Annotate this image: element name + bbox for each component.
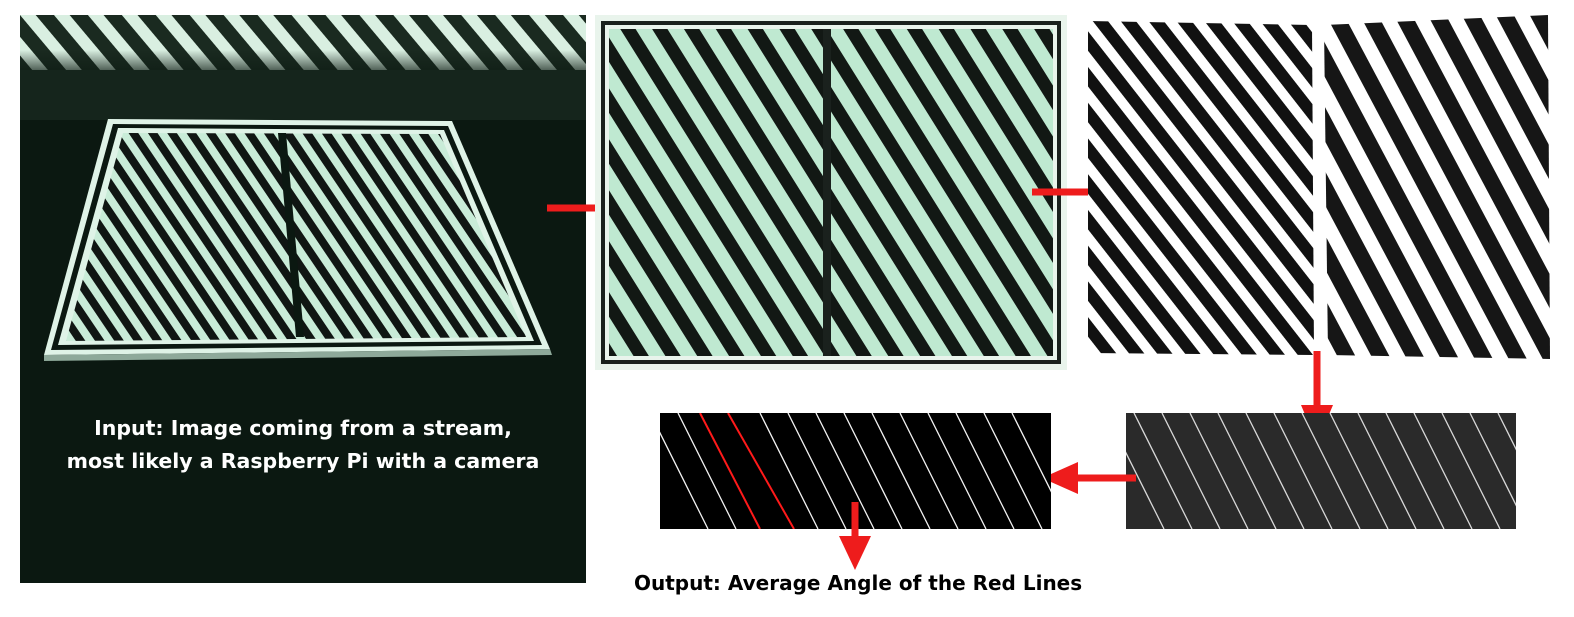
binary-threshold-image — [1088, 15, 1554, 359]
cropped-board-image — [595, 15, 1067, 370]
input-photo-graphic — [20, 15, 586, 583]
edge-lines-image — [1126, 413, 1516, 529]
output-caption: Output: Average Angle of the Red Lines — [634, 571, 1083, 595]
edge-lines-graphic — [1126, 413, 1516, 529]
input-caption: Input: Image coming from a stream, most … — [20, 412, 586, 478]
input-camera-image: Input: Image coming from a stream, most … — [20, 15, 586, 583]
cropped-board-graphic — [595, 15, 1067, 370]
input-caption-line1: Input: Image coming from a stream, — [94, 416, 512, 440]
arrow-down-icon — [839, 502, 871, 570]
threshold-graphic — [1088, 15, 1554, 359]
input-caption-line2: most likely a Raspberry Pi with a camera — [66, 449, 540, 473]
arrow-left-icon — [1042, 462, 1136, 494]
